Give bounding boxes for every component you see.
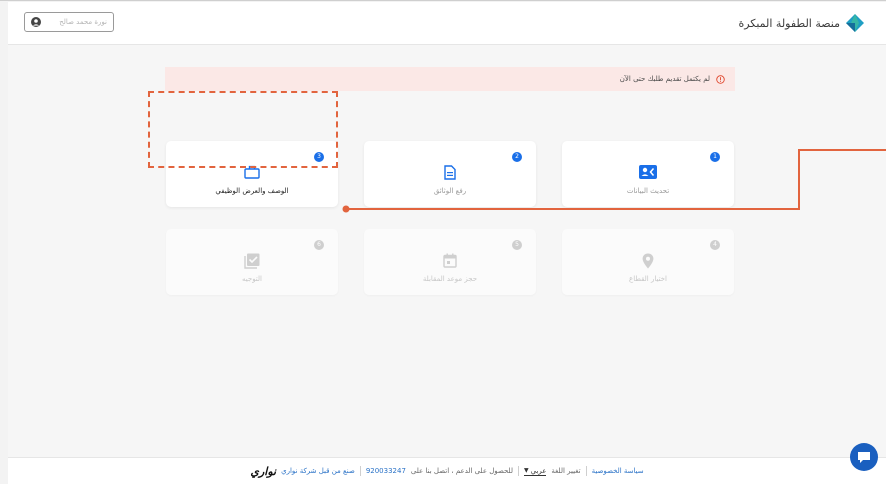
change-language-label: تغيير اللغة [551,467,581,475]
language-select[interactable]: عربي ▼ [523,466,547,476]
nawari-logo: نواري [250,464,277,478]
footer-divider [585,466,587,476]
chat-bubble-icon [858,451,870,463]
support-text: للحصول على الدعم ، اتصل بنا على [410,467,513,475]
dropdown-caret-icon: ▼ [523,467,529,474]
page-footer: سياسة الخصوصية تغيير اللغة عربي ▼ للحصول… [8,457,886,484]
made-by-link[interactable]: صنع من قبل شركة نواري [281,467,355,475]
chat-support-button[interactable] [850,443,878,471]
footer-divider [517,466,519,476]
support-phone-link[interactable]: 920033247 [366,467,406,475]
privacy-policy-link[interactable]: سياسة الخصوصية [592,467,644,475]
footer-divider [359,466,361,476]
tutorial-connector-line [342,149,886,213]
language-value: عربي [530,466,547,475]
